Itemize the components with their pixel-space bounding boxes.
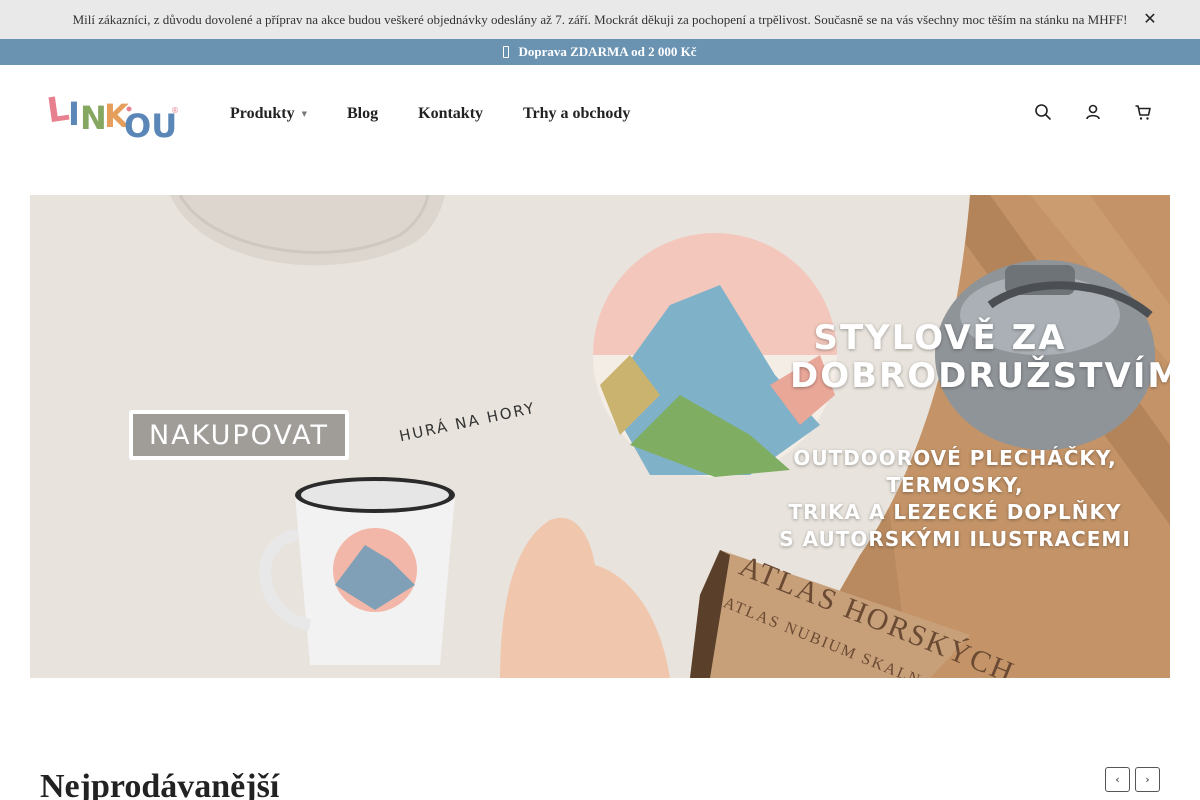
hero-subtitle-line: OUTDOOROVÉ PLECHÁČKY, TERMOSKY,	[793, 446, 1117, 497]
hero-subtitle-line: TRIKA A LEZECKÉ DOPLŇKY	[788, 500, 1122, 524]
nav-item-blog[interactable]: Blog	[347, 105, 378, 123]
site-header: L I N K OU ® Produkty ▼ Blog Kontakty Tr…	[0, 65, 1200, 165]
shop-now-button[interactable]: NAKUPOVAT	[129, 410, 349, 460]
chevron-left-icon[interactable]: ‹	[1105, 767, 1130, 792]
phone-icon	[503, 46, 510, 58]
hero-banner: HURÁ NA HORY ATLAS HORSKÝCH ATLAS NUBIUM…	[30, 195, 1170, 678]
chevron-right-icon[interactable]: ›	[1135, 767, 1160, 792]
search-icon[interactable]	[1034, 103, 1052, 121]
logo-graphic: L I N K OU ®	[45, 89, 179, 145]
nav-item-produkty[interactable]: Produkty ▼	[230, 105, 307, 123]
main-nav: Produkty ▼ Blog Kontakty Trhy a obchody	[230, 105, 630, 123]
nav-item-label: Produkty	[230, 105, 295, 122]
svg-text:N: N	[80, 99, 107, 137]
hero-title: STYLOVĚ ZA DOBRODRUŽSTVÍM	[790, 318, 1170, 396]
hero-subtitle: OUTDOOROVÉ PLECHÁČKY, TERMOSKY, TRIKA A …	[755, 445, 1155, 553]
account-icon[interactable]	[1084, 103, 1102, 121]
nav-item-label: Kontakty	[418, 105, 484, 122]
shipping-text: Doprava ZDARMA od 2 000 Kč	[518, 44, 697, 59]
hero-title-line: STYLOVĚ ZA	[813, 318, 1067, 358]
hero-subtitle-line: S AUTORSKÝMI ILUSTRACEMI	[779, 527, 1131, 551]
header-actions	[1034, 103, 1152, 121]
chevron-down-icon: ▼	[301, 110, 307, 118]
bestsellers-title: Nejprodávanější	[40, 768, 280, 800]
logo[interactable]: L I N K OU ®	[45, 85, 180, 145]
hero-title-line: DOBRODRUŽSTVÍM	[790, 356, 1170, 396]
svg-text:®: ®	[171, 106, 179, 115]
nav-item-kontakty[interactable]: Kontakty	[418, 105, 483, 123]
nav-item-label: Blog	[347, 105, 379, 122]
shipping-bar: Doprava ZDARMA od 2 000 Kč	[0, 39, 1200, 65]
announcement-bar: Milí zákazníci, z důvodu dovolené a příp…	[0, 0, 1200, 39]
svg-text:I: I	[68, 95, 80, 133]
cart-icon[interactable]	[1134, 103, 1152, 121]
close-icon[interactable]: ✕	[1142, 11, 1158, 27]
slider-controls: ‹ ›	[1105, 767, 1160, 792]
nav-item-label: Trhy a obchody	[523, 105, 631, 122]
announcement-text: Milí zákazníci, z důvodu dovolené a příp…	[72, 11, 1128, 27]
nav-item-trhy-a-obchody[interactable]: Trhy a obchody	[523, 105, 630, 123]
svg-text:OU: OU	[124, 107, 177, 141]
